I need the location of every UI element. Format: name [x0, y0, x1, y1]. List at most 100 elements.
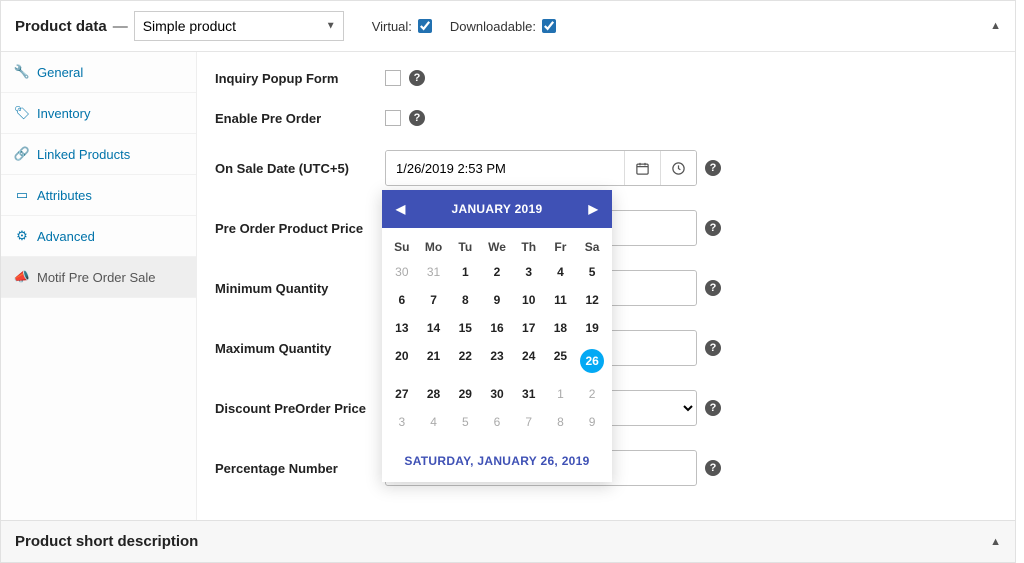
day-cell[interactable]: 7	[513, 408, 545, 436]
day-cell[interactable]: 11	[545, 286, 577, 314]
sidebar-item-inventory[interactable]: 🏷Inventory	[1, 93, 196, 134]
on-sale-date-input-wrap	[385, 150, 697, 186]
collapse-icon[interactable]: ▲	[990, 536, 1001, 548]
collapse-icon[interactable]: ▲	[990, 20, 1001, 32]
label-price: Pre Order Product Price	[215, 221, 385, 236]
wrench-icon: 🔧	[15, 64, 29, 80]
day-cell[interactable]: 14	[418, 314, 450, 342]
day-cell[interactable]: 18	[545, 314, 577, 342]
virtual-checkbox[interactable]	[418, 19, 432, 33]
day-cell[interactable]: 29	[449, 380, 481, 408]
day-cell[interactable]: 5	[449, 408, 481, 436]
day-cell[interactable]: 10	[513, 286, 545, 314]
day-cell[interactable]: 17	[513, 314, 545, 342]
day-cell[interactable]: 16	[481, 314, 513, 342]
day-cell[interactable]: 12	[576, 286, 608, 314]
day-cell[interactable]: 6	[481, 408, 513, 436]
dow-header: Sa	[576, 234, 608, 258]
day-cell[interactable]: 31	[418, 258, 450, 286]
day-cell[interactable]: 25	[545, 342, 577, 380]
datepicker-footer[interactable]: SATURDAY, JANUARY 26, 2019	[382, 444, 612, 482]
tag-icon: 🏷	[15, 105, 29, 121]
day-cell[interactable]: 24	[513, 342, 545, 380]
day-cell[interactable]: 5	[576, 258, 608, 286]
downloadable-checkbox[interactable]	[542, 19, 556, 33]
sidebar-item-general[interactable]: 🔧 General	[1, 52, 196, 93]
clock-icon[interactable]	[660, 151, 696, 185]
dow-header: Su	[386, 234, 418, 258]
day-cell[interactable]: 19	[576, 314, 608, 342]
help-icon[interactable]: ?	[705, 400, 721, 416]
day-cell[interactable]: 31	[513, 380, 545, 408]
inquiry-checkbox[interactable]	[385, 70, 401, 86]
sidebar-item-attributes[interactable]: ▭Attributes	[1, 175, 196, 216]
short-description-header[interactable]: Product short description ▲	[1, 520, 1015, 562]
dow-header: Tu	[449, 234, 481, 258]
day-cell[interactable]: 9	[576, 408, 608, 436]
next-month-icon[interactable]: ▶	[588, 202, 598, 216]
prev-month-icon[interactable]: ◀	[396, 202, 406, 216]
link-icon: 🔗	[15, 146, 29, 162]
downloadable-toggle[interactable]: Downloadable:	[450, 19, 556, 34]
day-cell[interactable]: 22	[449, 342, 481, 380]
megaphone-icon: 📣	[15, 269, 29, 285]
day-cell[interactable]: 3	[513, 258, 545, 286]
dow-header: We	[481, 234, 513, 258]
day-cell[interactable]: 4	[418, 408, 450, 436]
day-cell[interactable]: 1	[545, 380, 577, 408]
day-cell[interactable]: 20	[386, 342, 418, 380]
row-inquiry: Inquiry Popup Form ?	[215, 70, 987, 86]
sidebar-item-label: Motif Pre Order Sale	[37, 270, 156, 285]
day-cell[interactable]: 13	[386, 314, 418, 342]
day-cell[interactable]: 15	[449, 314, 481, 342]
day-cell[interactable]: 27	[386, 380, 418, 408]
label-inquiry: Inquiry Popup Form	[215, 71, 385, 86]
short-description-title: Product short description	[15, 533, 198, 550]
help-icon[interactable]: ?	[409, 70, 425, 86]
day-cell[interactable]: 4	[545, 258, 577, 286]
sidebar-item-motif-pre-order-sale[interactable]: 📣 Motif Pre Order Sale	[1, 257, 196, 298]
day-cell[interactable]: 21	[418, 342, 450, 380]
day-cell[interactable]: 1	[449, 258, 481, 286]
day-cell[interactable]: 8	[545, 408, 577, 436]
gear-icon: ⚙	[15, 228, 29, 244]
dow-header: Mo	[418, 234, 450, 258]
day-cell[interactable]: 28	[418, 380, 450, 408]
product-flags: Virtual: Downloadable:	[372, 19, 556, 34]
sidebar-item-advanced[interactable]: ⚙ Advanced	[1, 216, 196, 257]
day-cell[interactable]: 6	[386, 286, 418, 314]
label-discount: Discount PreOrder Price	[215, 401, 385, 416]
sidebar: 🔧 General 🏷Inventory 🔗 Linked Products ▭Attri…	[1, 52, 197, 520]
virtual-toggle[interactable]: Virtual:	[372, 19, 432, 34]
calendar-icon[interactable]	[624, 151, 660, 185]
help-icon[interactable]: ?	[409, 110, 425, 126]
day-cell[interactable]: 7	[418, 286, 450, 314]
product-type-wrap: Simple product ▼	[134, 11, 344, 41]
help-icon[interactable]: ?	[705, 160, 721, 176]
help-icon[interactable]: ?	[705, 280, 721, 296]
day-cell[interactable]: 2	[481, 258, 513, 286]
day-cell[interactable]: 3	[386, 408, 418, 436]
enable-preorder-checkbox[interactable]	[385, 110, 401, 126]
sidebar-item-label: Attributes	[37, 188, 92, 203]
label-percent: Percentage Number	[215, 461, 385, 476]
day-cell[interactable]: 30	[386, 258, 418, 286]
help-icon[interactable]: ?	[705, 340, 721, 356]
on-sale-date-input[interactable]	[386, 151, 624, 185]
sidebar-item-label: General	[37, 65, 83, 80]
sidebar-item-linked-products[interactable]: 🔗 Linked Products	[1, 134, 196, 175]
help-icon[interactable]: ?	[705, 460, 721, 476]
day-cell[interactable]: 2	[576, 380, 608, 408]
sidebar-item-label: Advanced	[37, 229, 95, 244]
sidebar-item-label: Linked Products	[37, 147, 130, 162]
day-cell[interactable]: 30	[481, 380, 513, 408]
datepicker-month: JANUARY 2019	[452, 202, 543, 216]
day-cell[interactable]: 26	[576, 342, 608, 380]
day-cell[interactable]: 23	[481, 342, 513, 380]
panel-body: 🔧 General 🏷Inventory 🔗 Linked Products ▭Attri…	[1, 52, 1015, 520]
label-on-sale-date: On Sale Date (UTC+5)	[215, 161, 385, 176]
help-icon[interactable]: ?	[705, 220, 721, 236]
day-cell[interactable]: 9	[481, 286, 513, 314]
product-type-select[interactable]: Simple product	[134, 11, 344, 41]
day-cell[interactable]: 8	[449, 286, 481, 314]
